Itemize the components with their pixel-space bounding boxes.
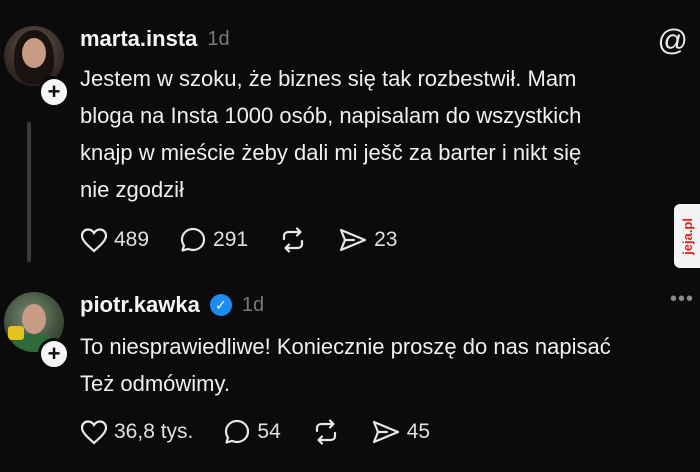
timestamp: 1d (207, 27, 230, 50)
repost-icon (315, 419, 336, 445)
comment-icon (225, 419, 250, 444)
share-count: 23 (374, 228, 398, 251)
share-button[interactable]: 23 (338, 227, 397, 253)
username[interactable]: marta.insta (80, 26, 197, 52)
like-count: 489 (114, 228, 150, 251)
comment-button[interactable]: 291 (179, 226, 248, 254)
share-count: 45 (406, 420, 431, 443)
comment-icon (180, 227, 206, 252)
post-piotr: + piotr.kawka ✓ 1d ••• To niesprawiedliw… (0, 282, 700, 472)
comment-count: 291 (213, 228, 249, 251)
heart-icon (80, 420, 108, 445)
heart-icon (80, 228, 108, 253)
username[interactable]: piotr.kawka (80, 292, 200, 318)
timestamp: 1d (241, 293, 265, 316)
comment-count: 54 (257, 420, 281, 443)
repost-button[interactable] (278, 227, 308, 253)
repost-icon (282, 227, 304, 253)
post-text-line: To niesprawiedliwe! Koniecznie proszę do… (80, 334, 611, 359)
action-bar: 489 291 23 (80, 226, 427, 254)
post-text-line: Jestem w szoku, że biznes się tak rozbes… (80, 66, 577, 91)
post-text-line: Też odmówimy. (80, 371, 230, 396)
like-count: 36,8 tys. (114, 420, 194, 443)
like-button[interactable]: 489 (80, 227, 149, 253)
repost-button[interactable] (311, 419, 341, 445)
post-header: piotr.kawka ✓ 1d (80, 292, 264, 318)
watermark-logo: jeja.pl (674, 204, 700, 268)
follow-plus-button[interactable]: + (38, 338, 70, 370)
action-bar: 36,8 tys. 54 45 (80, 418, 460, 446)
thread-line (27, 122, 31, 262)
send-icon (339, 228, 367, 252)
more-options-icon[interactable]: ••• (670, 288, 694, 311)
post-text-line: nie zgodził (80, 177, 184, 202)
post-text-line: bloga na Insta 1000 osób, napisalam do w… (80, 103, 582, 128)
send-icon (372, 420, 399, 444)
verified-badge-icon: ✓ (209, 294, 232, 316)
post-marta: + marta.insta 1d @ Jestem w szoku, że bi… (0, 0, 700, 272)
post-text-line: knajp w mieście żeby dali mi ješč za bar… (80, 140, 582, 165)
share-button[interactable]: 45 (371, 419, 430, 445)
follow-plus-button[interactable]: + (38, 76, 70, 108)
comment-button[interactable]: 54 (223, 418, 281, 446)
post-text: To niesprawiedliwe! Koniecznie proszę do… (80, 328, 700, 402)
watermark-text: jeja.pl (679, 217, 695, 255)
like-button[interactable]: 36,8 tys. (80, 419, 193, 445)
at-icon[interactable]: @ (658, 24, 688, 58)
post-header: marta.insta 1d (80, 26, 230, 52)
post-text: Jestem w szoku, że biznes się tak rozbes… (80, 60, 700, 208)
